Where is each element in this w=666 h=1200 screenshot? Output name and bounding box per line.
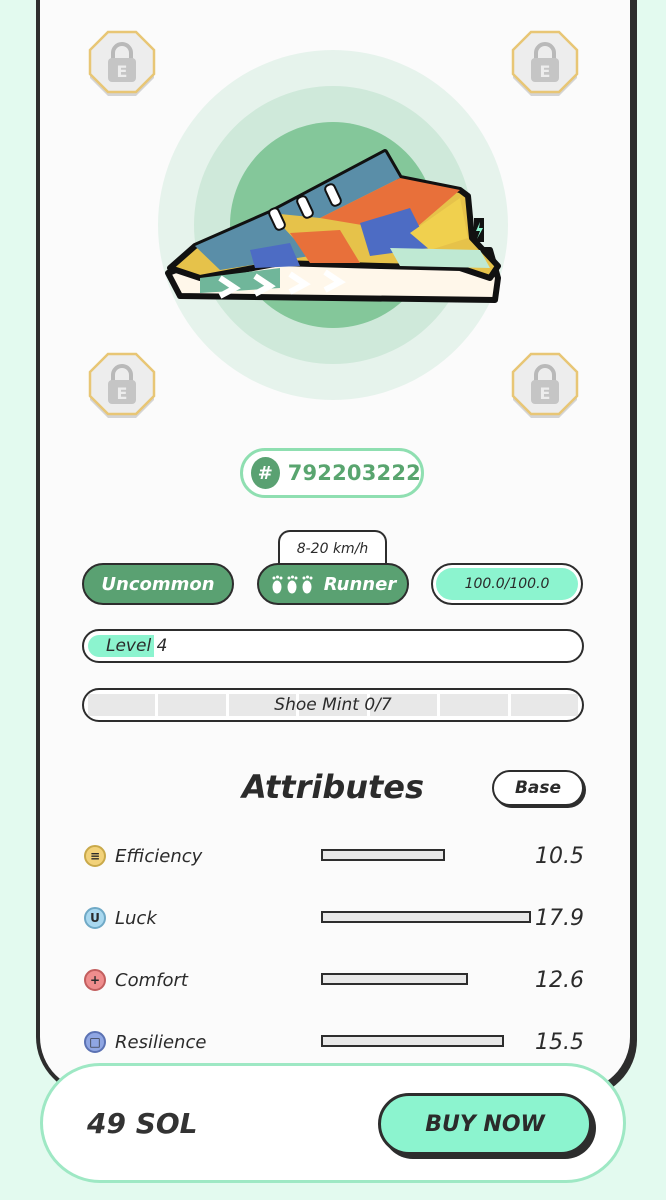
price-label: 49 SOL xyxy=(87,1106,198,1140)
base-toggle-button[interactable]: Base xyxy=(492,770,584,806)
attribute-row-luck: U Luck 17.9 xyxy=(84,903,584,933)
attribute-value: 17.9 xyxy=(535,905,584,931)
sneaker-image xyxy=(165,149,501,303)
hash-icon: # xyxy=(251,457,280,489)
attribute-value: 10.5 xyxy=(535,843,584,869)
level-text: Level 4 xyxy=(106,631,167,661)
durability-fill: 100.0/100.0 xyxy=(436,568,578,600)
lock-icon[interactable]: E xyxy=(511,352,579,420)
efficiency-icon: ≡ xyxy=(84,845,106,867)
attribute-bar xyxy=(321,973,468,985)
attribute-name: Efficiency xyxy=(115,845,203,867)
attribute-row-efficiency: ≡ Efficiency 10.5 xyxy=(84,841,584,871)
attribute-value: 15.5 xyxy=(535,1029,584,1055)
attribute-name: Resilience xyxy=(115,1031,207,1053)
sneaker-id-badge: # 792203222 xyxy=(240,448,424,498)
attribute-name: Comfort xyxy=(115,969,188,991)
level-bar: Level 4 xyxy=(82,629,584,663)
lock-icon[interactable]: E xyxy=(511,30,579,98)
level-value: 4 xyxy=(156,636,168,656)
attribute-value: 12.6 xyxy=(535,967,584,993)
attribute-bar xyxy=(321,849,445,861)
sneaker-id: 792203222 xyxy=(287,461,421,485)
attribute-row-comfort: + Comfort 12.6 xyxy=(84,965,584,995)
resilience-icon: □ xyxy=(84,1031,106,1053)
svg-text:E: E xyxy=(540,384,551,403)
svg-text:E: E xyxy=(117,62,128,81)
speed-range-tag: 8-20 km/h xyxy=(278,530,387,566)
comfort-icon: + xyxy=(84,969,106,991)
attribute-bar xyxy=(321,911,531,923)
lock-icon[interactable]: E xyxy=(88,352,156,420)
svg-text:E: E xyxy=(540,62,551,81)
durability-bar: 100.0/100.0 xyxy=(431,563,583,605)
type-label: Runner xyxy=(323,573,397,595)
type-badge: Runner xyxy=(257,563,409,605)
lock-icon[interactable]: E xyxy=(88,30,156,98)
attribute-bar xyxy=(321,1035,504,1047)
shoe-mint-bar: Shoe Mint 0/7 xyxy=(82,688,584,722)
shoe-mint-label: Shoe Mint 0/7 xyxy=(274,695,392,715)
rarity-badge: Uncommon xyxy=(82,563,234,605)
durability-value: 100.0/100.0 xyxy=(464,576,550,592)
attributes-heading: Attributes xyxy=(241,768,425,806)
luck-icon: U xyxy=(84,907,106,929)
attribute-row-resilience: □ Resilience 15.5 xyxy=(84,1027,584,1057)
buy-now-button[interactable]: BUY NOW xyxy=(378,1093,592,1155)
svg-text:E: E xyxy=(117,384,128,403)
level-label: Level xyxy=(106,636,152,656)
footprints-icon xyxy=(272,575,313,594)
attribute-name: Luck xyxy=(115,907,157,929)
